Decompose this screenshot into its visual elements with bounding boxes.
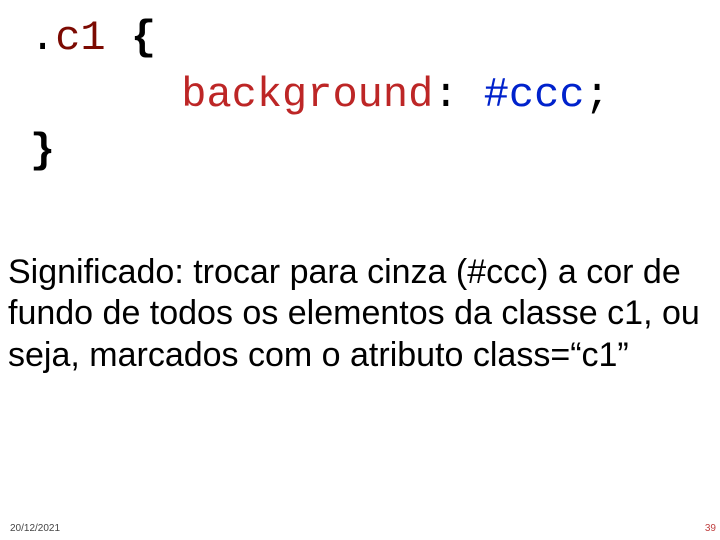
code-indent <box>30 71 181 119</box>
code-brace-close: } <box>30 127 55 175</box>
code-block: .c1 { background: #ccc; } <box>30 10 690 180</box>
code-selector: c1 <box>55 14 105 62</box>
code-property: background <box>181 71 433 119</box>
footer-date: 20/12/2021 <box>10 523 60 534</box>
slide: .c1 { background: #ccc; } Significado: t… <box>0 0 720 540</box>
explanation-text: Significado: trocar para cinza (#ccc) a … <box>8 252 708 376</box>
code-semicolon: ; <box>585 71 610 119</box>
code-brace-open: { <box>131 14 156 62</box>
code-value: #ccc <box>484 71 585 119</box>
code-line-2: background: #ccc; <box>30 67 690 124</box>
code-dot: . <box>30 14 55 62</box>
code-colon: : <box>433 71 458 119</box>
code-line-3: } <box>30 123 690 180</box>
code-line-1: .c1 { <box>30 10 690 67</box>
footer-page-number: 39 <box>705 523 716 534</box>
